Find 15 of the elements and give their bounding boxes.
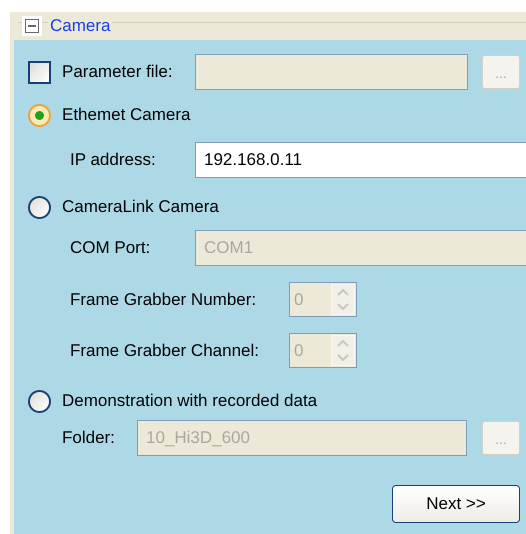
radio-label: Demonstration with recorded data (62, 390, 318, 412)
field-label: Folder: (62, 427, 116, 450)
radio-button[interactable] (28, 104, 51, 126)
radio-button[interactable] (28, 196, 51, 218)
field-label: Frame Grabber Number: (70, 288, 258, 311)
text-field[interactable]: 192.168.0.11 (195, 142, 526, 178)
radio-button[interactable] (28, 390, 51, 412)
field-label: IP address: (70, 149, 157, 172)
radio-label: CameraLink Camera (62, 196, 219, 218)
radio-label: Ethemet Camera (62, 104, 190, 126)
field-label: Frame Grabber Channel: (70, 340, 260, 362)
checkbox-label: Parameter file: (62, 61, 174, 84)
collapse-icon[interactable] (22, 16, 42, 36)
field-label: COM Port: (70, 237, 152, 260)
next-button[interactable]: Next >> (392, 485, 520, 523)
